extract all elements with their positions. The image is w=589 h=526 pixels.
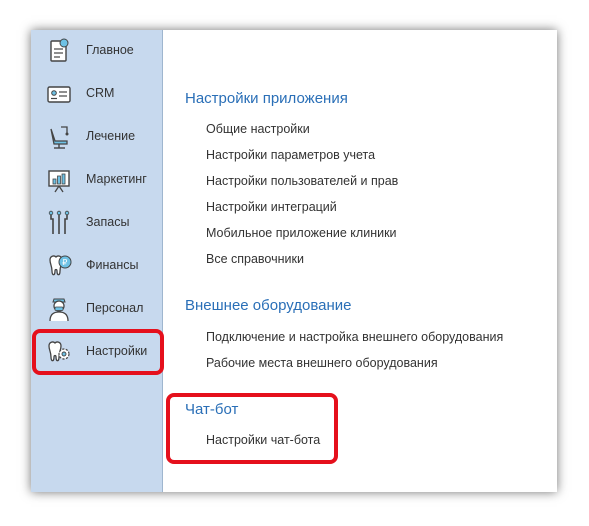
- sidebar-item-staff[interactable]: Персонал: [31, 288, 163, 331]
- sidebar-item-crm[interactable]: CRM: [31, 73, 163, 116]
- link-accounting-parameters[interactable]: Настройки параметров учета: [206, 148, 375, 162]
- link-integrations[interactable]: Настройки интеграций: [206, 200, 337, 214]
- sidebar-item-label: CRM: [86, 86, 115, 100]
- link-equipment-workplaces[interactable]: Рабочие места внешнего оборудования: [206, 356, 438, 370]
- dental-tools-icon: [48, 210, 70, 234]
- sidebar-item-stock[interactable]: Запасы: [31, 202, 163, 245]
- section-title-external-equipment: Внешнее оборудование: [185, 297, 352, 314]
- sidebar: Главное CRM Лечение Маркетинг Запасы ₽ Ф…: [31, 30, 163, 492]
- sidebar-item-marketing[interactable]: Маркетинг: [31, 159, 163, 202]
- tooth-gear-icon: [48, 341, 70, 362]
- sidebar-item-label: Финансы: [86, 258, 139, 272]
- id-card-icon: [47, 86, 71, 103]
- tooth-ruble-icon: ₽: [49, 255, 72, 276]
- presentation-chart-icon: [48, 170, 70, 193]
- doctor-icon: [49, 298, 69, 322]
- sidebar-item-label: Персонал: [86, 301, 144, 315]
- section-title-chat-bot: Чат-бот: [185, 401, 239, 418]
- settings-panel: Настройки приложения Общие настройки Нас…: [164, 30, 557, 492]
- sidebar-item-label: Запасы: [86, 215, 130, 229]
- sidebar-item-label: Настройки: [86, 344, 148, 358]
- link-general-settings[interactable]: Общие настройки: [206, 122, 310, 136]
- sidebar-item-settings[interactable]: Настройки: [31, 331, 163, 374]
- link-chat-bot-settings[interactable]: Настройки чат-бота: [206, 433, 320, 447]
- app-window: Главное CRM Лечение Маркетинг Запасы ₽ Ф…: [31, 30, 557, 492]
- sidebar-item-main[interactable]: Главное: [31, 30, 163, 73]
- home-document-icon: [50, 38, 69, 62]
- sidebar-item-label: Главное: [86, 43, 134, 57]
- link-users-rights[interactable]: Настройки пользователей и прав: [206, 174, 398, 188]
- sidebar-item-label: Лечение: [86, 129, 136, 143]
- link-equipment-connection[interactable]: Подключение и настройка внешнего оборудо…: [206, 330, 503, 344]
- sidebar-item-treatment[interactable]: Лечение: [31, 116, 163, 159]
- link-all-references[interactable]: Все справочники: [206, 252, 304, 266]
- svg-text:₽: ₽: [62, 258, 67, 267]
- sidebar-item-label: Маркетинг: [86, 172, 147, 186]
- section-title-app-settings: Настройки приложения: [185, 90, 348, 107]
- sidebar-item-finance[interactable]: ₽ Финансы: [31, 245, 163, 288]
- dental-chair-icon: [50, 126, 69, 149]
- link-mobile-app[interactable]: Мобильное приложение клиники: [206, 226, 397, 240]
